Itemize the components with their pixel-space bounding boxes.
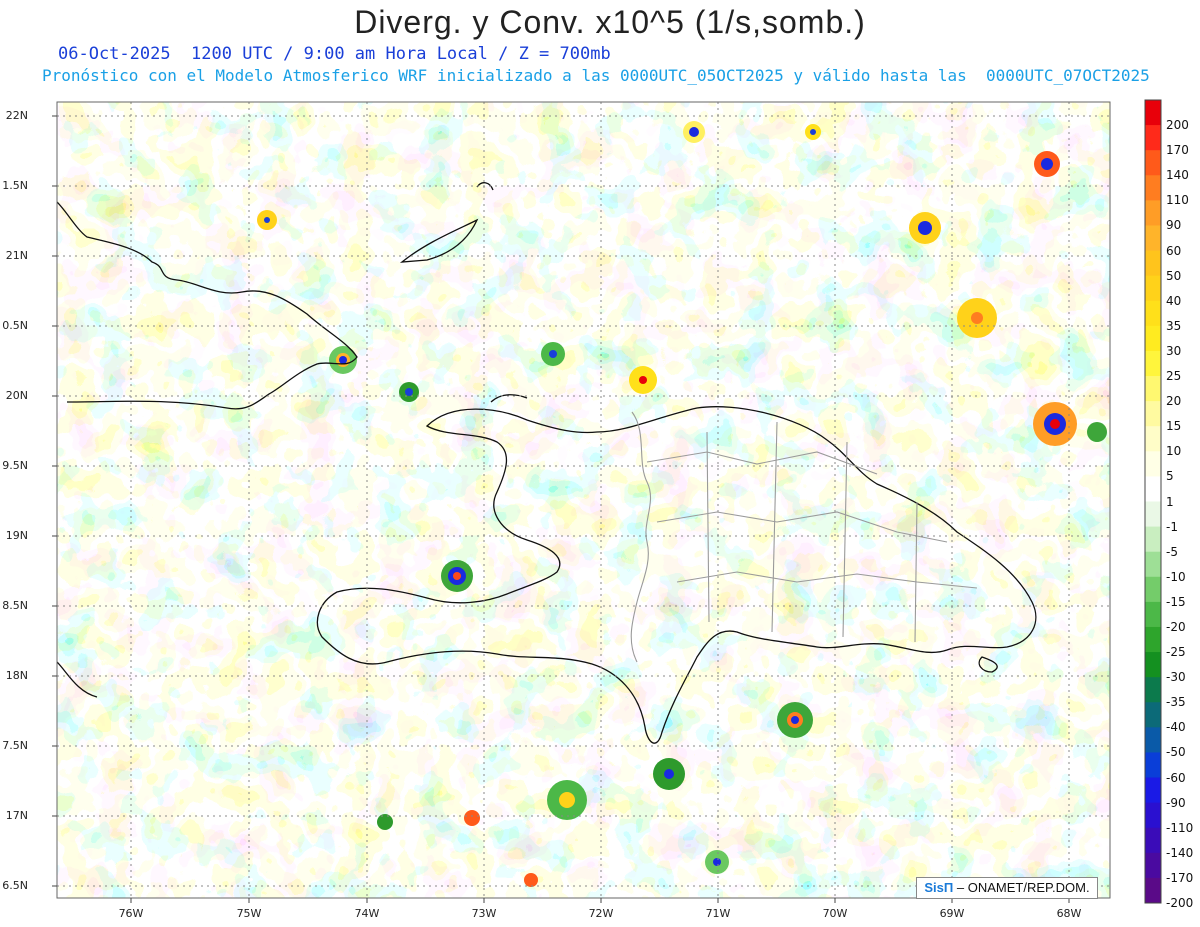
colorbar-swatch <box>1145 626 1161 653</box>
colorbar-swatch <box>1145 401 1161 427</box>
lon-label: 73W <box>471 907 497 920</box>
colorbar-swatch <box>1145 677 1161 703</box>
colorbar-swatch <box>1145 576 1161 603</box>
lon-label: 71W <box>705 907 731 920</box>
lat-label: 17N <box>5 809 28 822</box>
colorbar-swatch <box>1145 802 1161 829</box>
colorbar-swatch <box>1145 426 1161 452</box>
lon-label: 70W <box>822 907 848 920</box>
lon-label: 69W <box>939 907 965 920</box>
lon-label: 76W <box>118 907 144 920</box>
colorbar-swatch <box>1145 702 1161 728</box>
colorbar-swatch <box>1145 476 1161 502</box>
colorbar-swatch <box>1145 125 1161 151</box>
colorbar-swatch <box>1145 175 1161 201</box>
colorbar-label: 90 <box>1166 218 1182 233</box>
lat-label: 6.5N <box>2 879 28 892</box>
colorbar <box>1144 99 1162 904</box>
colorbar-swatch <box>1145 601 1161 628</box>
colorbar-label: -90 <box>1166 795 1186 810</box>
colorbar-label: 60 <box>1166 243 1182 258</box>
colorbar-label: -200 <box>1166 896 1194 910</box>
lon-label: 74W <box>354 907 380 920</box>
colorbar-swatch <box>1145 150 1161 176</box>
colorbar-label: -140 <box>1166 845 1194 860</box>
colorbar-swatch <box>1145 200 1161 226</box>
colorbar-label: 30 <box>1166 343 1182 358</box>
axes-frame <box>52 99 1162 904</box>
colorbar-swatch <box>1145 777 1161 804</box>
colorbar-swatch <box>1145 300 1161 327</box>
colorbar-label: -35 <box>1166 695 1186 710</box>
colorbar-label: -1 <box>1166 519 1178 534</box>
lon-label: 75W <box>236 907 262 920</box>
colorbar-swatch <box>1145 451 1161 477</box>
colorbar-swatch <box>1145 652 1161 678</box>
colorbar-swatch <box>1145 727 1161 753</box>
colorbar-label: -50 <box>1166 745 1186 760</box>
colorbar-swatch <box>1145 501 1161 528</box>
colorbar-label: 50 <box>1166 268 1182 283</box>
colorbar-label: -110 <box>1166 820 1194 835</box>
colorbar-label: -10 <box>1166 569 1186 584</box>
colorbar-label: -60 <box>1166 770 1186 785</box>
colorbar-label: 40 <box>1166 293 1182 308</box>
lat-label: 0.5N <box>2 319 28 332</box>
colorbar-swatch <box>1145 100 1161 126</box>
colorbar-label: -25 <box>1166 645 1186 660</box>
colorbar-swatch <box>1145 350 1161 377</box>
lat-label: 9.5N <box>2 459 28 472</box>
colorbar-swatch <box>1145 526 1161 553</box>
lon-label: 68W <box>1056 907 1082 920</box>
colorbar-swatch <box>1145 827 1161 854</box>
colorbar-label: 200 <box>1166 118 1189 133</box>
colorbar-swatch <box>1145 250 1161 277</box>
colorbar-swatch <box>1145 877 1161 904</box>
lat-label: 21N <box>5 249 28 262</box>
colorbar-swatch <box>1145 376 1161 402</box>
colorbar-label: -170 <box>1166 870 1194 885</box>
colorbar-label: 140 <box>1166 168 1189 183</box>
colorbar-label: 110 <box>1166 193 1189 208</box>
colorbar-swatch <box>1145 752 1161 779</box>
colorbar-label: -30 <box>1166 670 1186 685</box>
colorbar-swatch <box>1145 551 1161 578</box>
colorbar-label: -5 <box>1166 544 1178 559</box>
lat-label: 22N <box>5 109 28 122</box>
colorbar-label: 1 <box>1166 494 1174 509</box>
colorbar-label: 10 <box>1166 444 1182 459</box>
lon-label: 72W <box>588 907 614 920</box>
colorbar-label: -40 <box>1166 720 1186 735</box>
colorbar-label: 5 <box>1166 469 1174 484</box>
colorbar-label: 25 <box>1166 369 1182 384</box>
colorbar-label: -15 <box>1166 594 1186 609</box>
credit-text: – ONAMET/REP.DOM. <box>956 880 1090 895</box>
colorbar-label: 15 <box>1166 419 1182 434</box>
colorbar-label: -20 <box>1166 619 1186 634</box>
lat-label: 20N <box>5 389 28 402</box>
lat-label: 19N <box>5 529 28 542</box>
credit-box: SisΠ – ONAMET/REP.DOM. <box>916 877 1098 899</box>
colorbar-label: 35 <box>1166 318 1182 333</box>
lat-label: 8.5N <box>2 599 28 612</box>
lat-label: 1.5N <box>2 179 28 192</box>
lat-label: 7.5N <box>2 739 28 752</box>
colorbar-swatch <box>1145 852 1161 879</box>
colorbar-label: 20 <box>1166 394 1182 409</box>
colorbar-label: 170 <box>1166 143 1189 158</box>
colorbar-swatch <box>1145 325 1161 352</box>
colorbar-swatch <box>1145 275 1161 302</box>
lat-label: 18N <box>5 669 28 682</box>
colorbar-swatch <box>1145 225 1161 252</box>
sispi-logo: SisΠ <box>924 880 954 895</box>
